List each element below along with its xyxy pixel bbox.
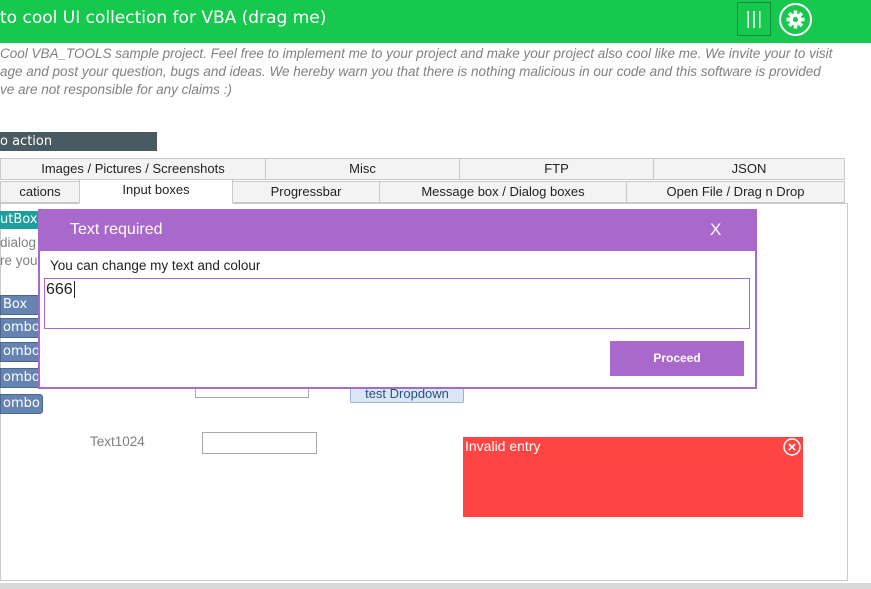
- combo-button[interactable]: ombo: [0, 394, 43, 414]
- combo-button[interactable]: ombo: [0, 368, 43, 388]
- dialog-title: Text required: [70, 221, 163, 238]
- tab-images[interactable]: Images / Pictures / Screenshots: [0, 158, 266, 180]
- are-you-text: re you: [0, 253, 38, 268]
- box-button[interactable]: Box: [0, 295, 43, 315]
- bottom-scrollbar[interactable]: [0, 583, 871, 589]
- description-line: Cool VBA_TOOLS sample project. Feel free…: [0, 46, 833, 61]
- description-line: age and post your question, bugs and ide…: [0, 64, 821, 79]
- tab-misc[interactable]: Misc: [265, 158, 460, 180]
- description-line: ve are not responsible for any claims :): [0, 82, 232, 97]
- tab-open-file[interactable]: Open File / Drag n Drop: [626, 181, 845, 203]
- inputbox-tag[interactable]: utBox: [0, 211, 38, 229]
- invalid-entry-box: Invalid entry: [463, 437, 803, 517]
- window-title: to cool UI collection for VBA (drag me): [0, 8, 327, 28]
- tab-progressbar[interactable]: Progressbar: [232, 181, 380, 203]
- tab-ftp[interactable]: FTP: [459, 158, 654, 180]
- dialog-label: You can change my text and colour: [50, 258, 261, 273]
- text-required-dialog[interactable]: Text required X You can change my text a…: [38, 209, 757, 389]
- close-circle-icon[interactable]: [783, 438, 801, 456]
- action-bar[interactable]: o action: [0, 132, 157, 151]
- combo-button[interactable]: ombo: [0, 342, 43, 362]
- text1024-input[interactable]: [202, 432, 317, 454]
- tab-input-boxes[interactable]: Input boxes: [79, 179, 233, 204]
- dialog-text: dialog: [0, 235, 37, 250]
- tab-applications[interactable]: cations: [0, 181, 80, 203]
- dialog-header[interactable]: Text required X: [40, 211, 755, 251]
- title-bar[interactable]: to cool UI collection for VBA (drag me) …: [0, 0, 871, 43]
- gear-icon[interactable]: [779, 3, 812, 36]
- tab-json[interactable]: JSON: [653, 158, 845, 180]
- proceed-button[interactable]: Proceed: [610, 341, 744, 376]
- description: Cool VBA_TOOLS sample project. Feel free…: [0, 45, 860, 99]
- dialog-text-input[interactable]: 666: [44, 278, 750, 329]
- dialog-input-value: 666: [46, 281, 73, 298]
- tab-message-box[interactable]: Message box / Dialog boxes: [379, 181, 627, 203]
- text1024-label: Text1024: [90, 434, 145, 449]
- dialog-close-button[interactable]: X: [710, 220, 721, 240]
- invalid-entry-text: Invalid entry: [465, 438, 541, 454]
- combo-button[interactable]: ombo: [0, 318, 43, 338]
- menu-icon[interactable]: |||: [737, 2, 771, 36]
- text-cursor: [73, 281, 75, 298]
